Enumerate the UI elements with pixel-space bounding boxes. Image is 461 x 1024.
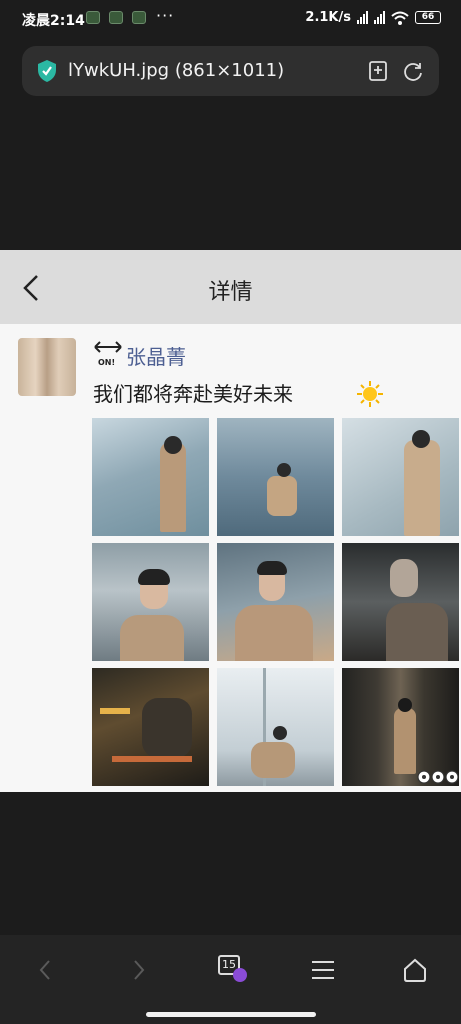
detail-header: 详情: [0, 250, 461, 324]
message-app-icon: [109, 11, 123, 24]
chevron-right-icon: [134, 960, 145, 980]
battery-icon: 66: [415, 11, 441, 24]
photo-8: [217, 668, 334, 786]
post-card: ON! 张晶菁 我们都将奔赴美好未来: [0, 324, 461, 792]
photo-4: [92, 543, 209, 661]
network-speed: 2.1K/s: [305, 10, 351, 25]
home-indicator[interactable]: [146, 1012, 316, 1017]
notification-icons: [86, 11, 146, 24]
wifi-icon: [391, 11, 409, 25]
address-bar[interactable]: lYwkUH.jpg (861×1011): [22, 46, 439, 96]
photo-5: [217, 543, 334, 661]
photo-1: [92, 418, 209, 536]
bottom-navigation: 15: [0, 935, 461, 1024]
home-button[interactable]: [398, 953, 432, 987]
incognito-badge-icon: [233, 968, 247, 982]
photo-7: [92, 668, 209, 786]
screen-app-icon: [132, 11, 146, 24]
home-icon: [404, 958, 426, 982]
status-right: 2.1K/s 66: [305, 10, 441, 25]
photo-2: [217, 418, 334, 536]
photo-6: [342, 543, 459, 661]
menu-button[interactable]: [306, 953, 340, 987]
post-text: 我们都将奔赴美好未来: [93, 382, 293, 406]
signal-icon: [357, 11, 368, 24]
refresh-icon[interactable]: [402, 60, 424, 82]
avatar: [18, 338, 76, 396]
header-title: 详情: [208, 280, 253, 305]
tabs-button[interactable]: 15: [216, 953, 250, 987]
menu-icon: [312, 961, 334, 979]
signal-2-icon: [374, 11, 385, 24]
weibo-watermark-icon: [417, 770, 459, 784]
status-bar: 凌晨2:14 ··· 2.1K/s 66: [0, 0, 461, 38]
secure-shield-icon: [38, 60, 56, 82]
on-badge-text: ON!: [98, 358, 116, 367]
forward-button[interactable]: [122, 953, 156, 987]
page-title[interactable]: lYwkUH.jpg (861×1011): [68, 60, 284, 81]
chevron-left-icon: [39, 960, 50, 980]
more-notifications-icon: ···: [156, 6, 175, 25]
sun-emoji-icon: [357, 381, 383, 407]
username: 张晶菁: [126, 345, 186, 369]
viewed-image: 详情 ON! 张晶菁 我们都将奔赴美好未来: [0, 250, 461, 792]
shield-app-icon: [86, 11, 100, 24]
bookmark-add-icon[interactable]: [368, 60, 388, 82]
back-button[interactable]: [28, 953, 62, 987]
photo-3: [342, 418, 459, 536]
status-time: 凌晨2:14: [22, 13, 85, 29]
